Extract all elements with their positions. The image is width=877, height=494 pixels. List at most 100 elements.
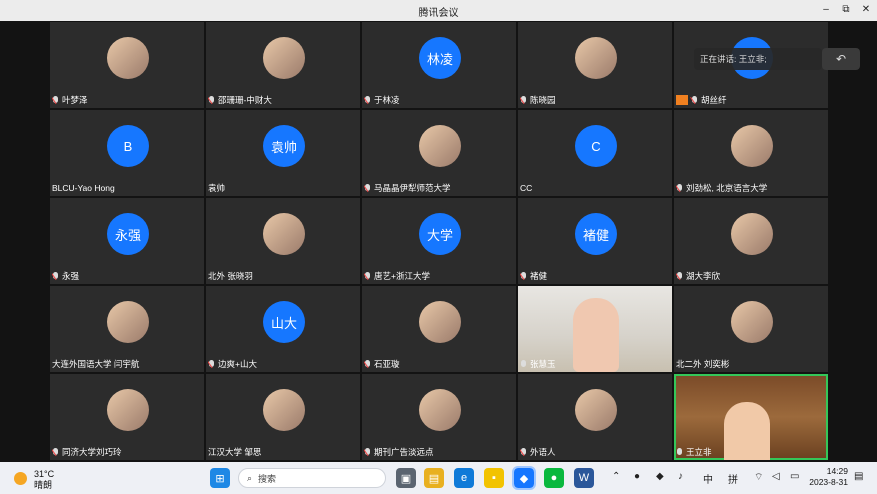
restore-button[interactable]: ⧉: [837, 2, 855, 18]
volume-icon[interactable]: ◁: [772, 471, 780, 482]
participant-avatar: 山大: [263, 301, 305, 343]
participant-avatar: 大学: [419, 213, 461, 255]
participant-avatar: 永强: [107, 213, 149, 255]
participant-tile[interactable]: 期刊广告淡远点: [362, 374, 516, 460]
edge-browser-icon[interactable]: e: [454, 468, 474, 488]
participant-tile[interactable]: 山大边爽+山大: [206, 286, 360, 372]
participant-name: 陈晓园: [530, 95, 556, 105]
participant-name: 永强: [62, 271, 80, 281]
participant-tile[interactable]: 永强 永强: [50, 198, 204, 284]
taskbar-clock[interactable]: 14:29 2023-8-31: [808, 466, 848, 488]
participant-avatar: [107, 389, 149, 431]
participant-tile[interactable]: 张慧玉: [518, 286, 672, 372]
wechat-icon[interactable]: ●: [544, 468, 564, 488]
participant-tile[interactable]: 陈晓园: [518, 22, 672, 108]
participant-tile[interactable]: B BLCU-Yao Hong: [50, 110, 204, 196]
participant-tile[interactable]: 叶梦泽: [50, 22, 204, 108]
file-explorer-icon[interactable]: ▤: [424, 468, 444, 488]
avatar-initials: 袁帅: [270, 139, 297, 155]
participant-tile[interactable]: 北外 张晓羽: [206, 198, 360, 284]
battery-icon[interactable]: ▭: [790, 471, 799, 482]
participant-name-row: 湖大李欣: [676, 270, 826, 282]
windows-start-icon[interactable]: ⊞: [210, 468, 230, 488]
clock-date: 2023-8-31: [809, 477, 848, 487]
participant-avatar: [419, 389, 461, 431]
mic-muted-icon: [52, 95, 59, 105]
participant-avatar: 袁帅: [263, 125, 305, 167]
mic-muted-icon: [364, 359, 371, 369]
participant-name-row: 外语人: [520, 446, 670, 458]
participant-avatar: [107, 37, 149, 79]
avatar-initials: B: [123, 138, 133, 154]
participant-name-row: 江汉大学 邹思: [208, 446, 358, 458]
word-icon[interactable]: W: [574, 468, 594, 488]
participant-name-row: 同济大学刘巧玲: [52, 446, 202, 458]
participant-name: 唐艺+浙江大学: [374, 271, 430, 281]
participant-name: 大连外国语大学 闫宇航: [52, 359, 140, 369]
sticky-notes-icon[interactable]: ▪: [484, 468, 504, 488]
participant-tile[interactable]: 邵珊珊-中财大: [206, 22, 360, 108]
tray-app-icon[interactable]: ◆: [656, 471, 664, 482]
participant-grid: 叶梦泽 邵珊珊-中财大 林凌 于林凌陈晓园 胡丝纤 B BLCU-Yao Hong 袁帅 袁帅马…: [49, 21, 828, 462]
tray-mic-icon[interactable]: ♪: [678, 471, 683, 482]
participant-name-row: 刘劲松, 北京语言大学: [676, 182, 826, 194]
tencent-meeting-icon[interactable]: ◆: [512, 466, 536, 490]
mic-muted-icon: [364, 183, 371, 193]
participant-tile[interactable]: 王立非: [674, 374, 828, 460]
ime-language[interactable]: 中: [703, 471, 713, 486]
task-view-icon[interactable]: ▣: [396, 468, 416, 488]
participant-name-row: 石亚璇: [364, 358, 514, 370]
participant-name-row: 北外 张晓羽: [208, 270, 358, 282]
participant-avatar: C: [575, 125, 617, 167]
avatar-initials: 山大: [270, 315, 297, 331]
wifi-icon[interactable]: ⌔: [754, 471, 763, 484]
participant-tile[interactable]: 石亚璇: [362, 286, 516, 372]
participant-avatar: [419, 301, 461, 343]
ime-mode[interactable]: 拼: [728, 471, 738, 486]
speaking-indicator: 正在讲话: 王立非;: [694, 48, 822, 70]
participant-name: 于林凌: [374, 95, 400, 105]
participant-name-row: 边爽+山大: [208, 358, 358, 370]
participant-tile[interactable]: 湖大李欣: [674, 198, 828, 284]
participant-tile[interactable]: 褚健 褚健: [518, 198, 672, 284]
mic-muted-icon: [208, 359, 215, 369]
participant-tile[interactable]: 林凌 于林凌: [362, 22, 516, 108]
participant-avatar: [263, 389, 305, 431]
participant-name: 期刊广告淡远点: [374, 447, 434, 457]
participant-tile[interactable]: 江汉大学 邹思: [206, 374, 360, 460]
notification-icon[interactable]: ▤: [854, 471, 863, 482]
mic-muted-icon: [364, 271, 371, 281]
mic-muted-icon: [208, 95, 215, 105]
participant-name: 张慧玉: [530, 359, 556, 369]
search-icon: ⌕: [247, 472, 253, 483]
participant-tile[interactable]: C CC: [518, 110, 672, 196]
participant-tile[interactable]: 外语人: [518, 374, 672, 460]
participant-tile[interactable]: 马晶晶伊犁师范大学: [362, 110, 516, 196]
participant-tile[interactable]: 大学唐艺+浙江大学: [362, 198, 516, 284]
participant-tile[interactable]: 袁帅 袁帅: [206, 110, 360, 196]
participant-tile[interactable]: 大连外国语大学 闫宇航: [50, 286, 204, 372]
close-button[interactable]: ✕: [857, 2, 875, 18]
participant-tile[interactable]: 刘劲松, 北京语言大学: [674, 110, 828, 196]
tray-overflow-icon[interactable]: ⌃: [612, 471, 620, 482]
mic-muted-icon: [364, 447, 371, 457]
participant-name-row: 期刊广告淡远点: [364, 446, 514, 458]
participant-name-row: BLCU-Yao Hong: [52, 182, 202, 194]
minimize-button[interactable]: –: [817, 2, 835, 18]
participant-name-row: 胡丝纤: [676, 94, 826, 106]
participant-avatar: [263, 37, 305, 79]
collapse-panel-button[interactable]: ↶: [822, 48, 860, 70]
participant-avatar: [731, 125, 773, 167]
mic-on-icon: [676, 447, 683, 457]
taskbar-search[interactable]: ⌕ 搜索: [238, 468, 386, 488]
participant-tile[interactable]: 北二外 刘奕彬: [674, 286, 828, 372]
participant-name-row: 褚健: [520, 270, 670, 282]
participant-name-row: 唐艺+浙江大学: [364, 270, 514, 282]
wechat-tray-icon[interactable]: ●: [634, 471, 640, 482]
participant-name: 马晶晶伊犁师范大学: [374, 183, 451, 193]
participant-avatar: [575, 389, 617, 431]
mic-muted-icon: [676, 271, 683, 281]
participant-tile[interactable]: 同济大学刘巧玲: [50, 374, 204, 460]
avatar-initials: 永强: [114, 227, 141, 243]
reply-arrow-icon: ↶: [835, 52, 847, 66]
